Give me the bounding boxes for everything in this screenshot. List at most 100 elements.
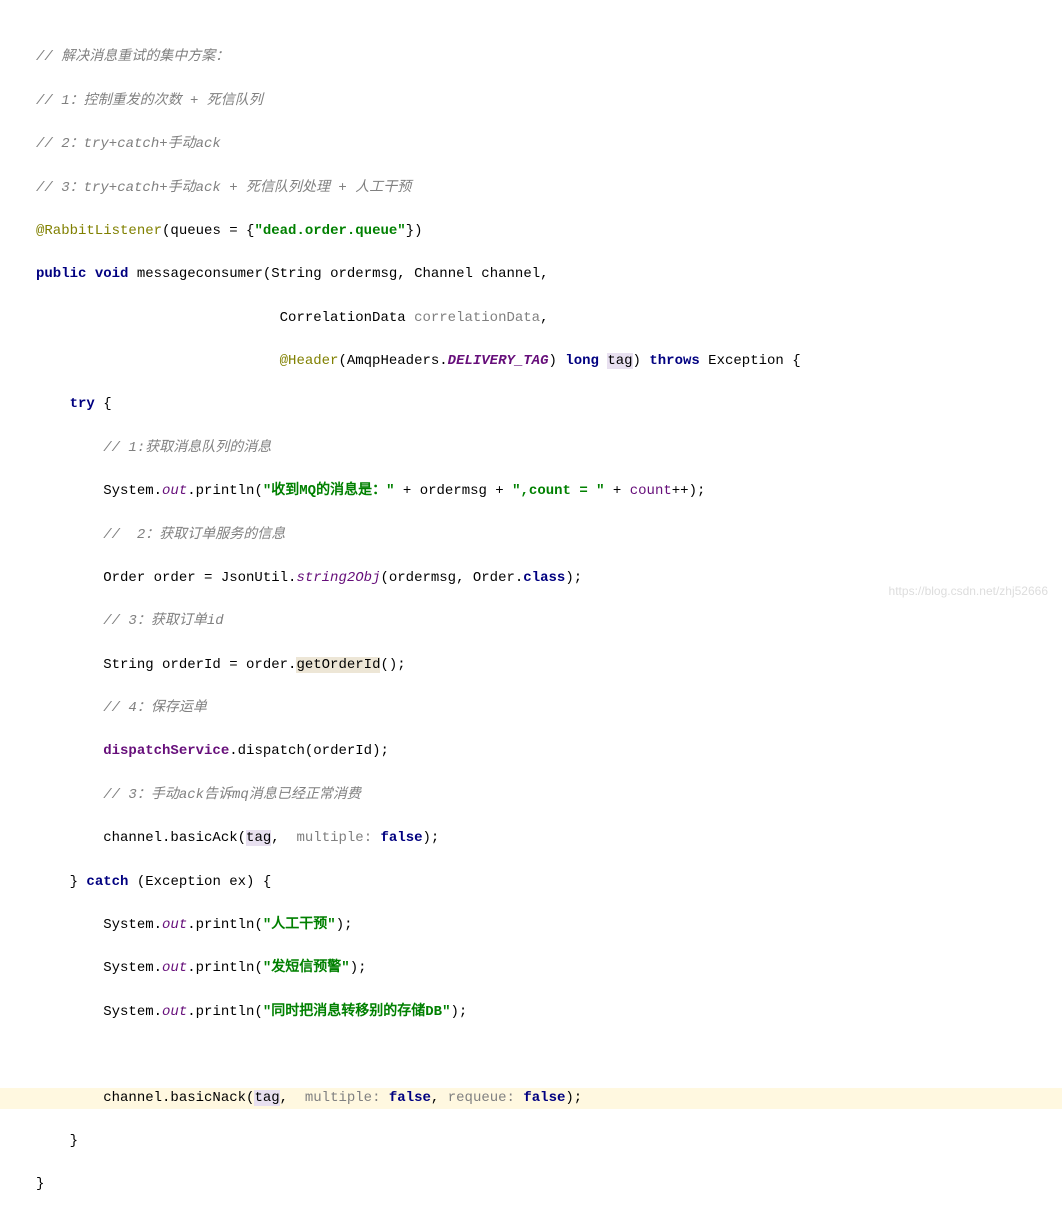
static-field: out — [162, 960, 187, 976]
code-text: .println( — [187, 483, 263, 499]
code-line: // 4：保存运单 — [0, 698, 1062, 720]
code-text: (queues = { — [162, 223, 254, 239]
code-text: ++); — [672, 483, 706, 499]
code-text: } — [36, 1176, 44, 1192]
keyword: long — [565, 353, 599, 369]
code-block: // 解决消息重试的集中方案： // 1：控制重发的次数 + 死信队列 // 2… — [0, 0, 1062, 1214]
comment: // 1:获取消息队列的消息 — [103, 440, 271, 456]
comment: // 3：手动ack告诉mq消息已经正常消费 — [103, 787, 361, 803]
param-hint: multiple: — [305, 1090, 381, 1106]
string-literal: "人工干预" — [263, 917, 336, 933]
comment: // 2：try+catch+手动ack — [36, 136, 221, 152]
annotation: @Header — [280, 353, 339, 369]
code-line: // 2：try+catch+手动ack — [0, 134, 1062, 156]
comment: // 3：获取订单id — [103, 613, 223, 629]
code-line: // 3：获取订单id — [0, 611, 1062, 633]
comment: // 2：获取订单服务的信息 — [103, 527, 285, 543]
keyword: false — [523, 1090, 565, 1106]
code-text: .println( — [187, 1004, 263, 1020]
code-text: } — [36, 1133, 78, 1149]
code-line: try { — [0, 394, 1062, 416]
code-line: @Header(AmqpHeaders.DELIVERY_TAG) long t… — [0, 351, 1062, 373]
field-ref: dispatchService — [103, 743, 229, 759]
code-text: String orderId = order. — [36, 657, 296, 673]
comment: // 1：控制重发的次数 + 死信队列 — [36, 93, 263, 109]
param-hint: multiple: — [296, 830, 372, 846]
code-line: public void messageconsumer(String order… — [0, 264, 1062, 286]
code-text: channel.basicNack( — [36, 1090, 254, 1106]
method-call: getOrderId — [296, 657, 380, 673]
code-text: System. — [36, 483, 162, 499]
keyword: public — [36, 266, 86, 282]
keyword: class — [523, 570, 565, 586]
annotation: @RabbitListener — [36, 223, 162, 239]
code-line: System.out.println("发短信预警"); — [0, 958, 1062, 980]
static-method: string2Obj — [296, 570, 380, 586]
code-line: // 1:获取消息队列的消息 — [0, 438, 1062, 460]
code-line: } — [0, 1131, 1062, 1153]
code-line: CorrelationData correlationData, — [0, 308, 1062, 330]
code-line: // 解决消息重试的集中方案： — [0, 47, 1062, 69]
code-text: , — [540, 310, 548, 326]
code-text: Exception { — [700, 353, 801, 369]
code-text — [36, 353, 280, 369]
code-text: { — [95, 396, 112, 412]
code-text: , — [271, 830, 296, 846]
param-hint: requeue: — [448, 1090, 515, 1106]
string-literal: ",count = " — [512, 483, 604, 499]
static-field: out — [162, 917, 187, 933]
param: tag — [254, 1090, 279, 1106]
code-line: dispatchService.dispatch(orderId); — [0, 741, 1062, 763]
code-line: @RabbitListener(queues = {"dead.order.qu… — [0, 221, 1062, 243]
param: tag — [607, 353, 632, 369]
code-text: ); — [423, 830, 440, 846]
static-field: out — [162, 483, 187, 499]
code-text: .println( — [187, 960, 263, 976]
code-text: System. — [36, 1004, 162, 1020]
code-text: Order order = JsonUtil. — [36, 570, 296, 586]
param-unused: correlationData — [414, 310, 540, 326]
param: tag — [246, 830, 271, 846]
string-literal: "发短信预警" — [263, 960, 350, 976]
code-text: ); — [450, 1004, 467, 1020]
code-line: System.out.println("收到MQ的消息是：" + orderms… — [0, 481, 1062, 503]
static-field: DELIVERY_TAG — [448, 353, 549, 369]
static-field: out — [162, 1004, 187, 1020]
code-line: // 3：try+catch+手动ack + 死信队列处理 + 人工干预 — [0, 178, 1062, 200]
code-text: ); — [336, 917, 353, 933]
keyword: false — [389, 1090, 431, 1106]
code-line-highlighted: channel.basicNack(tag, multiple: false, … — [0, 1088, 1062, 1110]
keyword: try — [70, 396, 95, 412]
code-line: System.out.println("人工干预"); — [0, 915, 1062, 937]
code-line: } catch (Exception ex) { — [0, 872, 1062, 894]
code-text: , — [431, 1090, 448, 1106]
code-text: ); — [565, 570, 582, 586]
code-text: ); — [565, 1090, 582, 1106]
code-text: System. — [36, 917, 162, 933]
code-line: channel.basicAck(tag, multiple: false); — [0, 828, 1062, 850]
code-text: + ordermsg + — [394, 483, 512, 499]
keyword: throws — [649, 353, 699, 369]
keyword: catch — [86, 874, 128, 890]
string-literal: "同时把消息转移别的存储DB" — [263, 1004, 451, 1020]
code-text: channel.basicAck( — [36, 830, 246, 846]
code-text: .println( — [187, 917, 263, 933]
comment: // 解决消息重试的集中方案： — [36, 49, 229, 65]
code-line: // 3：手动ack告诉mq消息已经正常消费 — [0, 785, 1062, 807]
code-line: } — [0, 1174, 1062, 1196]
code-text: ); — [350, 960, 367, 976]
code-text: ) — [549, 353, 566, 369]
code-text: ) — [633, 353, 650, 369]
watermark: https://blog.csdn.net/zhj52666 — [889, 582, 1048, 601]
string-literal: "收到MQ的消息是：" — [263, 483, 395, 499]
code-text: }) — [406, 223, 423, 239]
code-line: // 2：获取订单服务的信息 — [0, 525, 1062, 547]
code-text: (AmqpHeaders. — [338, 353, 447, 369]
method-name: messageconsumer — [137, 266, 263, 282]
keyword: void — [95, 266, 129, 282]
string-literal: "dead.order.queue" — [254, 223, 405, 239]
code-line: System.out.println("同时把消息转移别的存储DB"); — [0, 1002, 1062, 1024]
code-text: , — [280, 1090, 305, 1106]
code-text: (Exception ex) { — [128, 874, 271, 890]
comment: // 4：保存运单 — [103, 700, 207, 716]
